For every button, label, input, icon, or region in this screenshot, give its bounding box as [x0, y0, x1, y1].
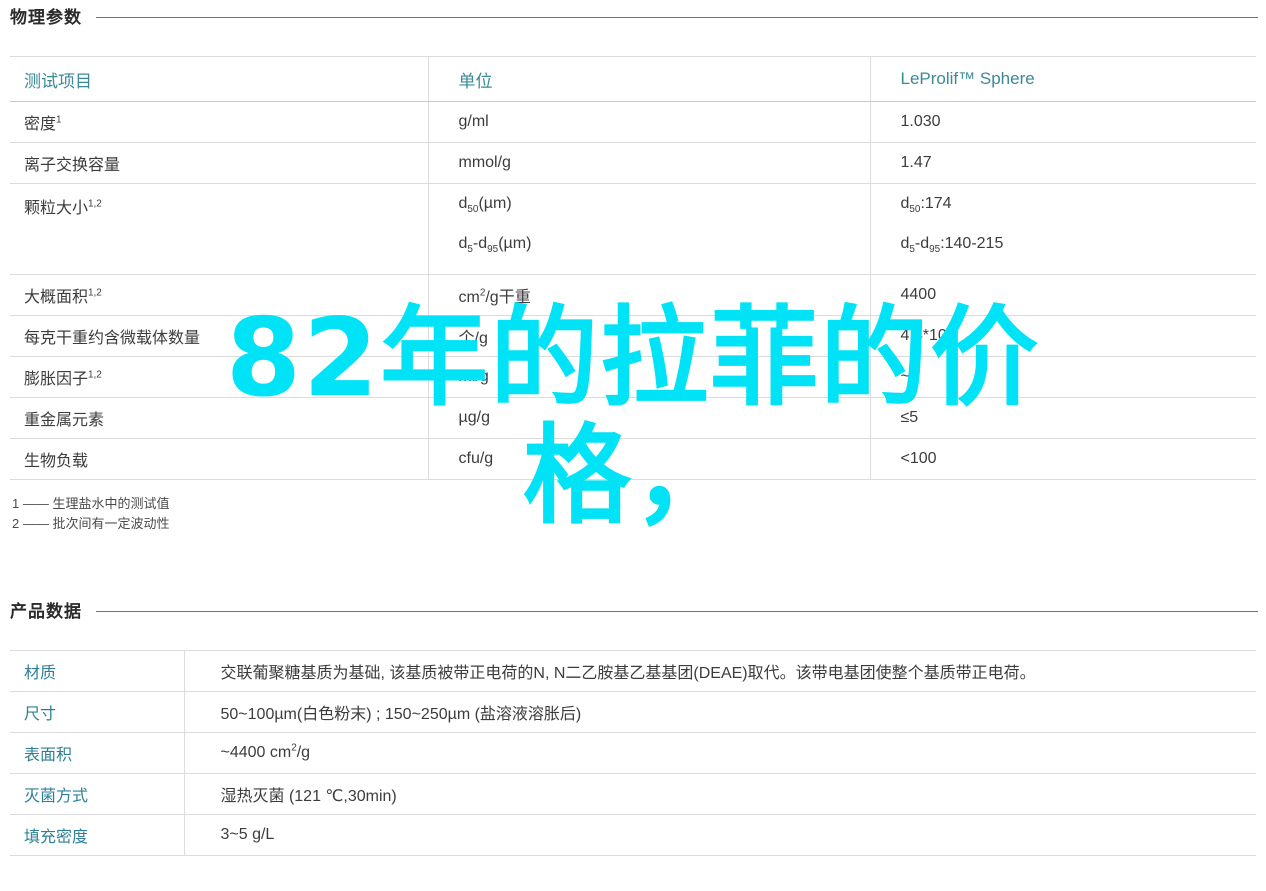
unit-line-1: d50(µm)	[458, 195, 512, 216]
section-title-product: 产品数据	[10, 601, 82, 621]
cell-unit: cfu/g	[427, 438, 870, 480]
table-header-row: 测试项目 单位 LeProlif™ Sphere	[10, 56, 1256, 102]
cell-unit: g/ml	[427, 101, 870, 143]
item-label: 每克干重约含微载体数量	[24, 330, 201, 347]
table-row: 填充密度 3~5 g/L	[10, 814, 1256, 856]
cell-value: ~7	[869, 356, 1256, 398]
item-footnote-ref: 1,2	[88, 369, 102, 381]
table-row: 密度1 g/ml 1.030	[10, 101, 1256, 143]
cell-item: 每克干重约含微载体数量	[10, 315, 428, 357]
cell-value: <100	[869, 438, 1256, 480]
table-row: 表面积 ~4400 cm2/g	[10, 732, 1256, 774]
value-line-1: d50:174	[900, 195, 952, 216]
cell-value: 50~100µm(白色粉末) ; 150~250µm (盐溶液溶胀后)	[183, 691, 1256, 733]
cell-value: 交联葡聚糖基质为基础, 该基质被带正电荷的N, N二乙胺基乙基基团(DEAE)取…	[183, 650, 1256, 692]
cell-value: ≤5	[869, 397, 1256, 439]
table-row: 颗粒大小1,2 d50(µm) d5-d95(µm) d50:174 d5-d9…	[10, 183, 1256, 275]
column-header-unit: 单位	[427, 56, 870, 102]
table-row: 灭菌方式 湿热灭菌 (121 ℃,30min)	[10, 773, 1256, 815]
cell-unit: d50(µm) d5-d95(µm)	[427, 183, 870, 275]
cell-value: 1.030	[869, 101, 1256, 143]
table-row: 重金属元素 µg/g ≤5	[10, 397, 1256, 439]
cell-item: 生物负载	[10, 438, 428, 480]
footnote-item: 2 —— 批次间有一定波动性	[12, 516, 170, 531]
cell-unit: cm2/g干重	[427, 274, 870, 316]
cell-unit: 个/g	[427, 315, 870, 357]
cell-label: 尺寸	[10, 691, 184, 733]
footnote-item: 1 —— 生理盐水中的测试值	[12, 496, 170, 511]
cell-item: 密度1	[10, 101, 428, 143]
cell-item: 颗粒大小1,2	[10, 183, 428, 275]
column-header-item: 测试项目	[10, 56, 428, 102]
item-label: 颗粒大小	[24, 200, 89, 217]
table-row: 膨胀因子1,2 ml/g ~7	[10, 356, 1256, 398]
cell-unit: µg/g	[427, 397, 870, 439]
footnote-list: 1 —— 生理盐水中的测试值 2 —— 批次间有一定波动性	[12, 494, 1266, 534]
unit-line-2: d5-d95(µm)	[458, 235, 532, 256]
cell-value: 4400	[869, 274, 1256, 316]
item-footnote-ref: 1,2	[88, 198, 102, 210]
product-data-table: 材质 交联葡聚糖基质为基础, 该基质被带正电荷的N, N二乙胺基乙基基团(DEA…	[10, 650, 1256, 856]
cell-value: 4.4*106	[869, 315, 1256, 357]
column-header-product: LeProlif™ Sphere	[869, 56, 1256, 102]
section-title-physical: 物理参数	[10, 7, 82, 27]
table-row: 生物负载 cfu/g <100	[10, 438, 1256, 480]
cell-value: 湿热灭菌 (121 ℃,30min)	[183, 773, 1256, 815]
section-divider-product	[96, 610, 1258, 612]
section-divider-physical	[96, 16, 1258, 18]
item-label: 离子交换容量	[24, 157, 121, 174]
cell-value: d50:174 d5-d95:140-215	[869, 183, 1256, 275]
cell-item: 大概面积1,2	[10, 274, 428, 316]
table-row: 材质 交联葡聚糖基质为基础, 该基质被带正电荷的N, N二乙胺基乙基基团(DEA…	[10, 650, 1256, 692]
table-row: 尺寸 50~100µm(白色粉末) ; 150~250µm (盐溶液溶胀后)	[10, 691, 1256, 733]
item-footnote-ref: 1,2	[88, 287, 102, 299]
cell-value: ~4400 cm2/g	[183, 732, 1256, 774]
item-label: 重金属元素	[24, 412, 105, 429]
cell-label: 填充密度	[10, 814, 184, 856]
item-label: 大概面积	[24, 289, 89, 306]
table-row: 每克干重约含微载体数量 个/g 4.4*106	[10, 315, 1256, 357]
item-label: 生物负载	[24, 453, 89, 470]
cell-label: 材质	[10, 650, 184, 692]
value-line-2: d5-d95:140-215	[900, 235, 1004, 256]
table-row: 大概面积1,2 cm2/g干重 4400	[10, 274, 1256, 316]
section-header-physical: 物理参数	[0, 0, 1266, 30]
cell-item: 重金属元素	[10, 397, 428, 439]
cell-item: 膨胀因子1,2	[10, 356, 428, 398]
cell-unit: ml/g	[427, 356, 870, 398]
product-spec-page: 物理参数 测试项目 单位 LeProlif™ Sphere 密度1 g/ml 1…	[0, 0, 1266, 891]
section-header-product: 产品数据	[0, 594, 1266, 624]
cell-label: 表面积	[10, 732, 184, 774]
cell-value: 1.47	[869, 142, 1256, 184]
cell-item: 离子交换容量	[10, 142, 428, 184]
table-row: 离子交换容量 mmol/g 1.47	[10, 142, 1256, 184]
cell-label: 灭菌方式	[10, 773, 184, 815]
item-footnote-ref: 1	[56, 114, 62, 126]
cell-unit: mmol/g	[427, 142, 870, 184]
cell-value: 3~5 g/L	[183, 814, 1256, 856]
item-label: 膨胀因子	[24, 371, 89, 388]
physical-parameters-table: 测试项目 单位 LeProlif™ Sphere 密度1 g/ml 1.030 …	[10, 56, 1256, 480]
item-label: 密度	[24, 116, 57, 133]
